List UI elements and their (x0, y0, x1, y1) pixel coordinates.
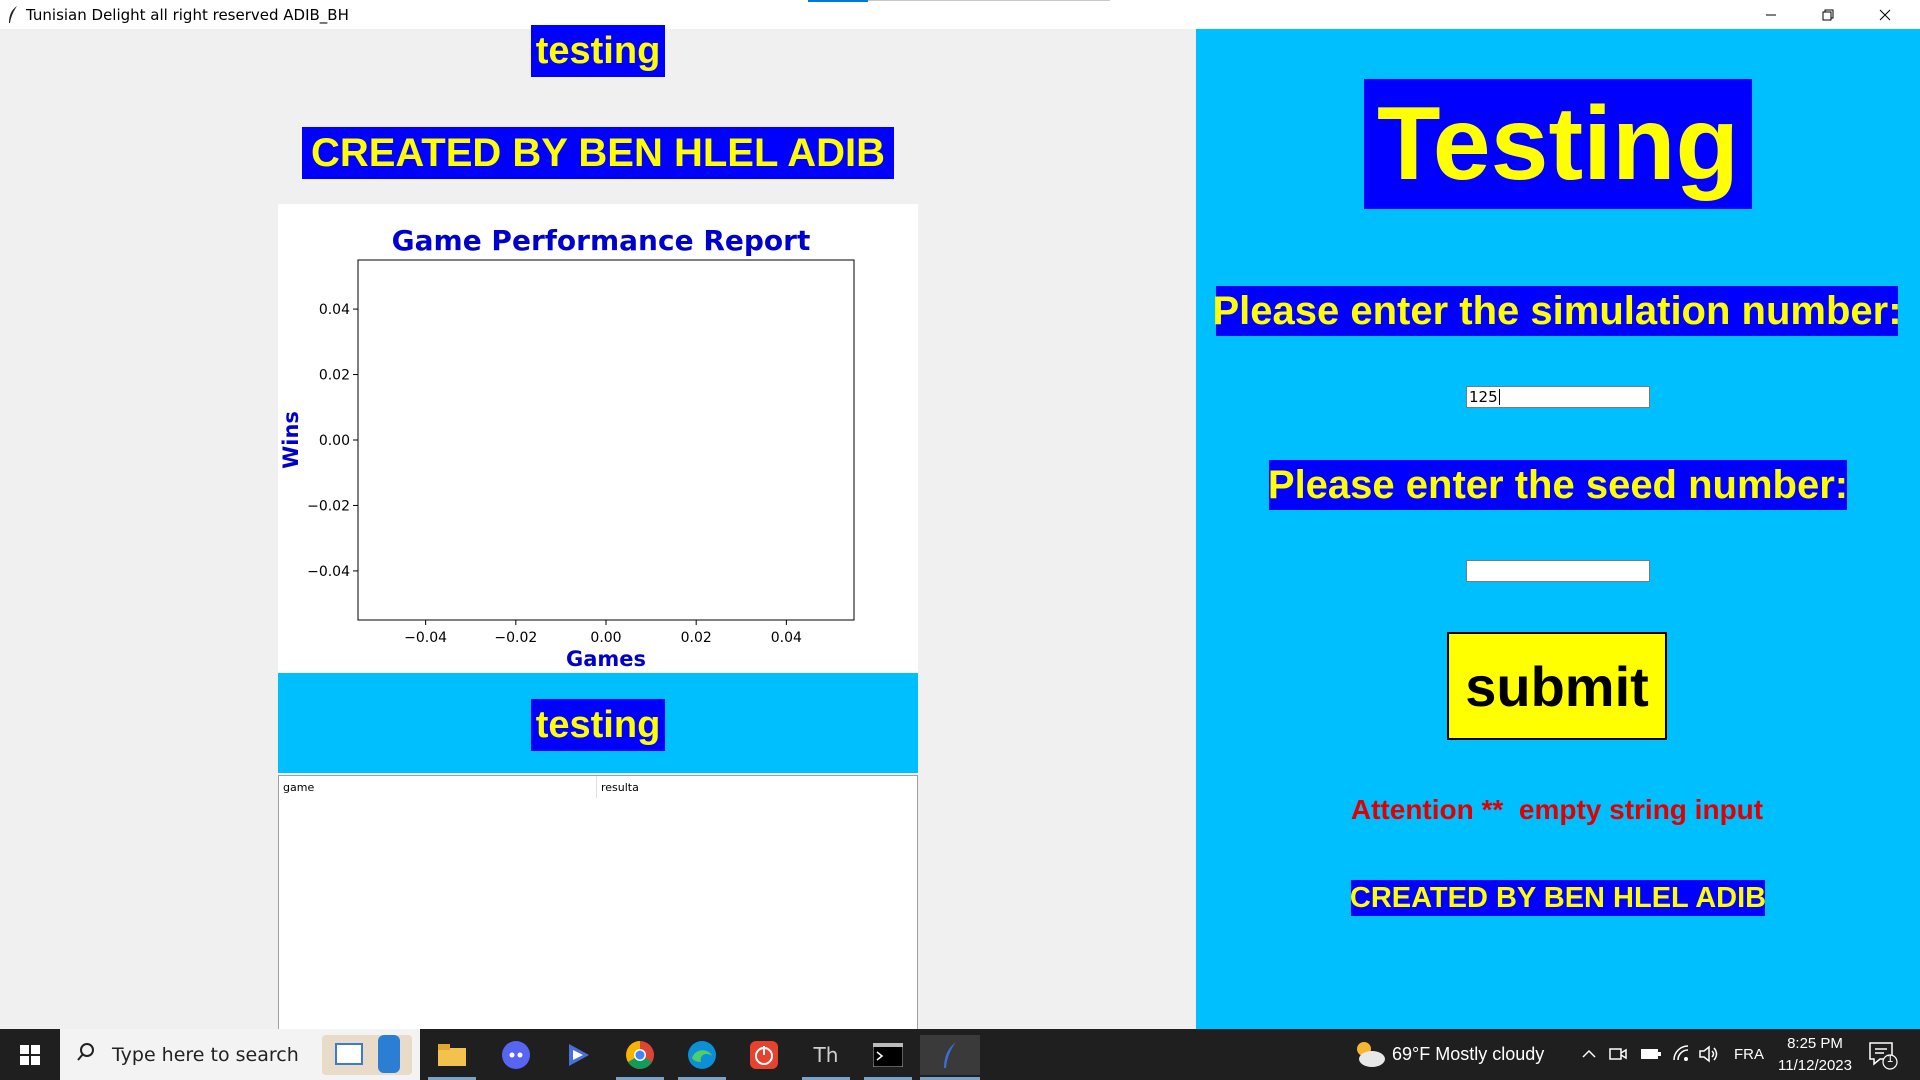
weather-text[interactable]: 69°F Mostly cloudy (1392, 1029, 1544, 1080)
taskbar: Type here to search Th 69°F Mostly cloud… (0, 1029, 1920, 1080)
restore-button[interactable] (1805, 0, 1851, 29)
notepad-doodle-icon (335, 1043, 363, 1065)
close-icon (1879, 9, 1891, 20)
results-table[interactable]: game resulta (278, 775, 918, 1030)
y-tick-label: −0.02 (307, 498, 350, 514)
submit-button[interactable]: submit (1447, 632, 1667, 740)
file-explorer-icon[interactable] (428, 1035, 476, 1075)
window-titlebar: Tunisian Delight all right reserved ADIB… (0, 0, 1920, 29)
chrome-icon[interactable] (616, 1035, 664, 1075)
x-tick-label: −0.04 (404, 630, 447, 646)
chart-svg: Game Performance Report −0.04 −0.02 0.00 0.… (279, 224, 855, 671)
thonny-icon[interactable]: Th (802, 1035, 850, 1075)
column-header-resulta[interactable]: resulta (597, 776, 917, 798)
minimize-icon (1766, 14, 1776, 15)
titlebar-line (868, 0, 1110, 1)
search-icon (76, 1042, 96, 1067)
discord-icon[interactable] (492, 1035, 540, 1075)
created-by-label-right: CREATED BY BEN HLEL ADIB (1350, 880, 1766, 916)
seed-number-label: Please enter the seed number: (1268, 460, 1848, 510)
x-tick-label: 0.02 (681, 630, 712, 646)
weather-icon[interactable] (1352, 1039, 1386, 1069)
plot-frame (357, 259, 855, 621)
volume-icon[interactable] (1698, 1044, 1720, 1064)
created-by-label-left: CREATED BY BEN HLEL ADIB (302, 127, 894, 179)
testing-heading: Testing (1364, 79, 1752, 209)
simulation-number-input[interactable]: 125 (1466, 386, 1650, 408)
taskbar-clock[interactable]: 8:25 PM 11/12/2023 (1772, 1033, 1858, 1077)
clock-date: 11/12/2023 (1778, 1057, 1852, 1074)
x-axis-label: Games (566, 647, 646, 671)
start-button[interactable] (0, 1029, 60, 1080)
y-tick-label: −0.04 (307, 564, 350, 580)
windows-logo-icon (20, 1044, 40, 1065)
performance-chart: Game Performance Report −0.04 −0.02 0.00 0.… (278, 204, 918, 673)
battery-icon[interactable] (1640, 1046, 1662, 1062)
testing-label-middle: testing (531, 699, 665, 751)
y-axis-label: Wins (279, 411, 303, 469)
y-tick-label: 0.02 (319, 368, 350, 384)
testing-label-top: testing (531, 25, 665, 77)
feather-icon (6, 5, 20, 25)
wifi-icon[interactable] (1672, 1044, 1692, 1064)
y-tick-label: 0.04 (319, 302, 350, 318)
window-title: Tunisian Delight all right reserved ADIB… (26, 5, 349, 24)
taskbar-search-box[interactable]: Type here to search (60, 1029, 420, 1080)
x-tick-label: 0.04 (771, 630, 802, 646)
meet-now-icon[interactable] (1608, 1045, 1628, 1063)
restore-icon (1822, 9, 1834, 20)
column-header-game[interactable]: game (279, 776, 597, 798)
notification-center-button[interactable]: 1 (1866, 1039, 1900, 1071)
simulation-number-value: 125 (1469, 388, 1498, 406)
titlebar-accent (808, 0, 868, 2)
notification-count: 1 (1886, 1053, 1894, 1065)
y-axis-ticks: −0.04 −0.02 0.00 0.02 0.04 (307, 302, 358, 580)
clock-time: 8:25 PM (1787, 1035, 1843, 1052)
y-tick-label: 0.00 (319, 433, 350, 449)
attention-message: Attention ** empty string input (1350, 794, 1764, 825)
x-tick-label: −0.02 (494, 630, 537, 646)
svg-text:Th: Th (813, 1043, 839, 1067)
minimize-button[interactable] (1748, 0, 1794, 29)
search-placeholder: Type here to search (112, 1043, 299, 1066)
power-app-icon[interactable] (740, 1035, 788, 1075)
python-feather-icon[interactable] (920, 1035, 980, 1075)
chart-title: Game Performance Report (392, 224, 811, 257)
water-bottle-icon (378, 1035, 400, 1073)
close-button[interactable] (1862, 0, 1908, 29)
terminal-icon[interactable] (864, 1035, 912, 1075)
x-axis-ticks: −0.04 −0.02 0.00 0.02 0.04 (404, 620, 802, 646)
language-indicator[interactable]: FRA (1734, 1029, 1764, 1080)
seed-number-input[interactable] (1466, 560, 1650, 582)
text-caret (1498, 389, 1500, 405)
simulation-number-label: Please enter the simulation number: (1212, 286, 1902, 336)
media-icon[interactable] (554, 1035, 602, 1075)
edge-icon[interactable] (678, 1035, 726, 1075)
x-tick-label: 0.00 (590, 630, 621, 646)
show-hidden-icons[interactable] (1580, 1045, 1598, 1063)
